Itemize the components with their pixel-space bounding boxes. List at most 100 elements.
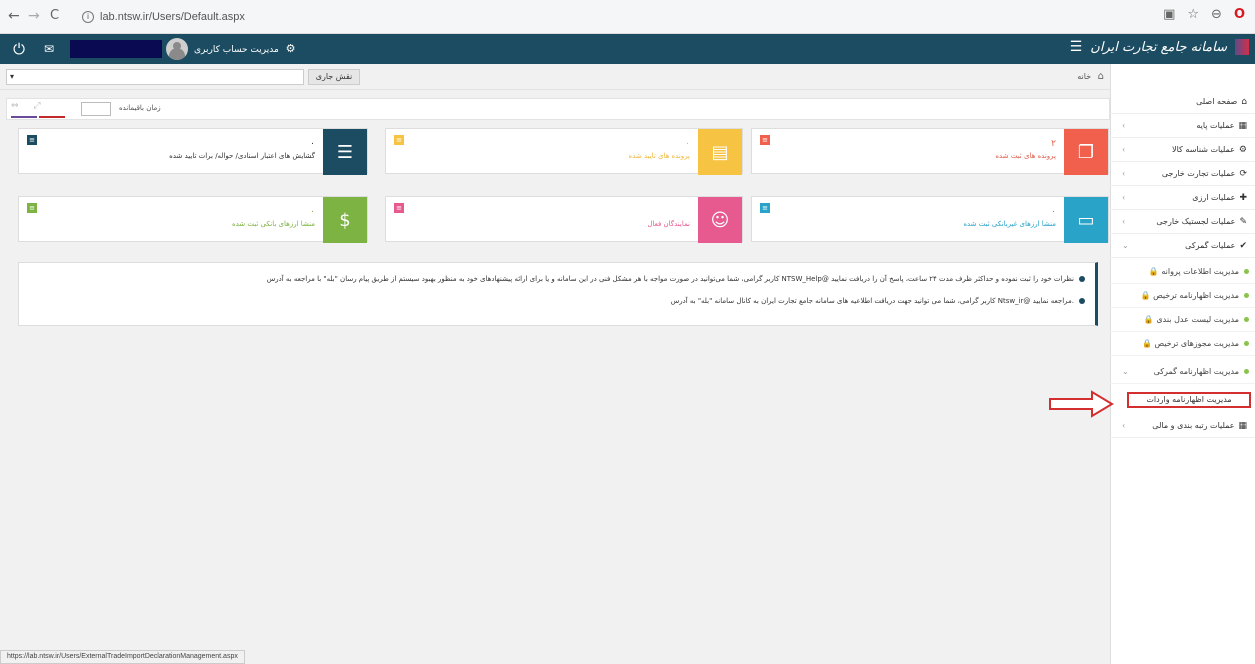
sidebar: صفحه اصلی ⌂ ‹ عملیات پایه ▦ ‹ عملیات شناسه… xyxy=(1110,64,1255,664)
sidebar-item-label: عملیات رتبه بندی و مالی xyxy=(1152,421,1235,430)
sidebar-item-goods-id[interactable]: ‹ عملیات شناسه کالا ⚙ xyxy=(1110,138,1255,162)
sidebar-item-foreign-trade[interactable]: ‹ عملیات تجارت خارجی ⟳ xyxy=(1110,162,1255,186)
browser-actions: ▣ ☆ ⊖ O xyxy=(1163,7,1245,22)
sidebar-item-home[interactable]: صفحه اصلی ⌂ xyxy=(1110,90,1255,114)
back-icon[interactable]: ← xyxy=(8,8,20,24)
account-label: مدیریت حساب کاربری xyxy=(194,45,279,55)
user-plus-icon: ✚ xyxy=(1239,193,1247,203)
role-select[interactable]: ▾ xyxy=(6,69,304,85)
reload-icon[interactable]: C xyxy=(50,8,59,23)
sidebar-item-label: عملیات لجستیک خارجی xyxy=(1156,217,1236,226)
card-approved-credits[interactable]: ≡ ۰ گشایش های اعتبار اسنادی/ حواله/ برات… xyxy=(18,128,368,175)
sidebar-item-label: عملیات ارزی xyxy=(1192,193,1236,202)
card-active-agents[interactable]: ≡ نمایندگان فعال ☺ xyxy=(385,196,743,243)
sidebar-subitem-customs-decl[interactable]: ⌄ مدیریت اظهارنامه گمرکی xyxy=(1110,360,1255,384)
bullet-icon xyxy=(1244,369,1249,374)
address-bar[interactable]: i lab.ntsw.ir/Users/Default.aspx xyxy=(82,7,942,27)
tab-underline xyxy=(11,116,37,118)
snapshot-icon[interactable]: ▣ xyxy=(1163,7,1175,22)
list-icon: ≡ xyxy=(27,135,37,145)
sidebar-item-base-ops[interactable]: ‹ عملیات پایه ▦ xyxy=(1110,114,1255,138)
chevron-left-icon: ‹ xyxy=(1122,145,1126,154)
card-bank-currency[interactable]: ≡ ۰ منشا ارزهای بانکی ثبت شده $ xyxy=(18,196,368,243)
top-navbar: ⏻ ✉ مدیریت حساب کاربری ⚙ ☰ سامانه جامع ت… xyxy=(0,34,1255,64)
lock-icon: 🔒 xyxy=(1143,315,1154,324)
chevron-left-icon: ‹ xyxy=(1122,421,1126,430)
bullet-icon xyxy=(1079,276,1085,282)
avatar[interactable] xyxy=(166,38,188,60)
sidebar-subitem-label: مدیریت اظهارنامه ترخیص xyxy=(1153,291,1239,300)
card-label: منشا ارزهای غیربانکی ثبت شده xyxy=(963,220,1056,228)
edit-icon: ✎ xyxy=(1239,217,1247,227)
list-icon: ≡ xyxy=(760,203,770,213)
gears-icon: ⚙ xyxy=(285,42,296,55)
window-controls-icon[interactable]: ⇔ ⤢ xyxy=(11,101,47,111)
sidebar-subitem-label: مدیریت مجوزهای ترخیص xyxy=(1154,339,1239,348)
sidebar-item-logistics[interactable]: ‹ عملیات لجستیک خارجی ✎ xyxy=(1110,210,1255,234)
role-label: نقش جاری xyxy=(308,69,360,85)
sidebar-item-customs[interactable]: ⌄ عملیات گمرکی ✔ xyxy=(1110,234,1255,258)
timer-bar: ⇔ ⤢ زمان باقیمانده xyxy=(6,98,1110,120)
chevron-left-icon: ‹ xyxy=(1122,121,1126,130)
chevron-down-icon: ⌄ xyxy=(1122,241,1129,250)
users-icon: ☺ xyxy=(698,197,742,243)
card-label: پرونده های تایید شده xyxy=(628,152,690,160)
bullet-icon xyxy=(1244,269,1249,274)
sidebar-subitem-clearance-permits[interactable]: 🔒 مدیریت مجوزهای ترخیص xyxy=(1110,332,1255,356)
announcement-panel: کاربر گرامی، شما می‌توانید در صورت مواجه… xyxy=(18,262,1098,326)
list-icon: ≡ xyxy=(760,135,770,145)
info-icon[interactable]: i xyxy=(82,11,94,23)
brand-title: سامانه جامع تجارت ایران xyxy=(1090,39,1227,55)
card-count: ۰ xyxy=(1051,207,1056,217)
bullet-icon xyxy=(1244,293,1249,298)
chevron-down-icon: ⌄ xyxy=(1122,367,1129,376)
sidebar-subitem-label: مدیریت اظهارنامه گمرکی xyxy=(1153,367,1239,376)
url-text: lab.ntsw.ir/Users/Default.aspx xyxy=(100,11,245,23)
list-icon: ≡ xyxy=(394,135,404,145)
sidebar-item-label: صفحه اصلی xyxy=(1196,97,1238,106)
card-label: نمایندگان فعال xyxy=(647,220,690,228)
home-icon[interactable]: ⌂ xyxy=(1098,71,1104,82)
home-icon: ⌂ xyxy=(1241,97,1247,107)
username-redacted xyxy=(70,40,162,58)
timer-box xyxy=(81,102,111,116)
bullet-icon xyxy=(1244,341,1249,346)
bullet-icon xyxy=(1244,317,1249,322)
breadcrumb: خانه ⌂ xyxy=(1077,71,1104,82)
list-alt-icon: ☰ xyxy=(323,129,367,175)
sidebar-subitem-clearance-decl[interactable]: 🔒 مدیریت اظهارنامه ترخیص xyxy=(1110,284,1255,308)
chevron-left-icon: ‹ xyxy=(1122,193,1126,202)
card-label: منشا ارزهای بانکی ثبت شده xyxy=(231,220,315,228)
sidebar-subitem-label: مدیریت اطلاعات پروانه xyxy=(1161,267,1239,276)
bullet-icon xyxy=(1079,298,1085,304)
card-label: پرونده های ثبت شده xyxy=(995,152,1056,160)
mail-icon[interactable]: ✉ xyxy=(36,39,62,59)
forward-icon[interactable]: → xyxy=(28,8,40,24)
lock-icon: 🔒 xyxy=(1142,339,1152,348)
menu-toggle-icon[interactable]: ☰ xyxy=(1070,39,1083,55)
refresh-icon: ⟳ xyxy=(1239,169,1247,179)
account-menu[interactable]: مدیریت حساب کاربری ⚙ xyxy=(194,42,296,55)
sidebar-item-label: عملیات گمرکی xyxy=(1185,241,1236,250)
check-icon: ✔ xyxy=(1239,241,1247,251)
file-icon: ▤ xyxy=(698,129,742,175)
sidebar-subitem-packing-list[interactable]: 🔒 مدیریت لیست عدل بندی xyxy=(1110,308,1255,332)
sidebar-subitem-license[interactable]: 🔒 مدیریت اطلاعات پروانه xyxy=(1110,260,1255,284)
opera-icon[interactable]: O xyxy=(1234,7,1245,22)
power-icon[interactable]: ⏻ xyxy=(6,37,32,61)
money-icon: $ xyxy=(323,197,367,243)
card-registered-files[interactable]: ≡ ۲ پرونده های ثبت شده ❐ xyxy=(751,128,1109,175)
account-icon[interactable]: ⊖ xyxy=(1211,7,1222,22)
card-approved-files[interactable]: ≡ ۰ پرونده های تایید شده ▤ xyxy=(385,128,743,175)
card-nonbank-currency[interactable]: ≡ ۰ منشا ارزهای غیربانکی ثبت شده ▭ xyxy=(751,196,1109,243)
chevron-left-icon: ‹ xyxy=(1122,169,1126,178)
breadcrumb-home[interactable]: خانه xyxy=(1077,72,1091,81)
chevron-left-icon: ‹ xyxy=(1122,217,1126,226)
credit-card-icon: ▭ xyxy=(1064,197,1108,243)
card-count: ۰ xyxy=(685,139,690,149)
bookmark-star-icon[interactable]: ☆ xyxy=(1187,7,1199,22)
annotation-arrow-icon xyxy=(1049,390,1114,418)
sidebar-item-currency[interactable]: ‹ عملیات ارزی ✚ xyxy=(1110,186,1255,210)
sidebar-subitem-import-decl[interactable]: مدیریت اظهارنامه واردات xyxy=(1127,392,1251,408)
sidebar-item-rating-finance[interactable]: ‹ عملیات رتبه بندی و مالی ▦ xyxy=(1110,414,1255,438)
